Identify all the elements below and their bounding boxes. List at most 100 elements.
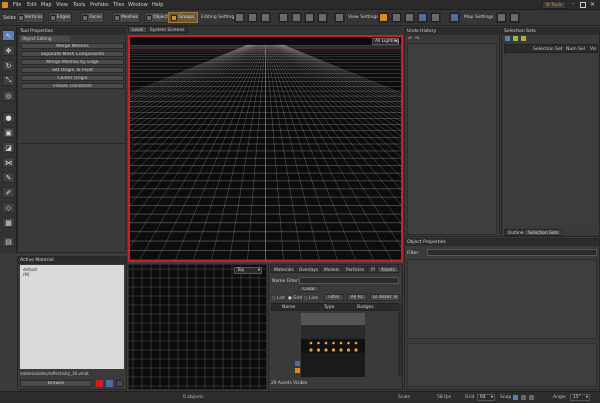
toolbar-tool-11[interactable] xyxy=(404,12,415,23)
move-tool-icon[interactable]: ✥ xyxy=(2,45,15,56)
toolbar-tool-5[interactable] xyxy=(291,12,302,23)
menu-view[interactable]: View xyxy=(56,2,68,8)
redo-icon[interactable]: ↷ xyxy=(415,36,419,42)
selection-sets-list[interactable] xyxy=(504,54,598,226)
toolbar-tool-9[interactable] xyxy=(378,12,389,23)
name-filter-input[interactable] xyxy=(299,277,399,284)
toolbar-tool-15[interactable] xyxy=(496,12,507,23)
grid-size-select[interactable]: 64 ▾ xyxy=(477,394,495,401)
object-properties-filter-input[interactable] xyxy=(427,249,597,256)
set-origin-to-pivot-button[interactable]: Set Origin To Pivot xyxy=(21,67,124,73)
remove-selection-set-icon[interactable] xyxy=(521,36,526,41)
filter-button[interactable]: Filter xyxy=(324,294,344,301)
toolbar-tool-10[interactable] xyxy=(391,12,402,23)
light-tool-icon[interactable]: ● xyxy=(2,112,15,123)
chevron-down-icon: ▾ xyxy=(394,39,397,44)
menu-tools[interactable]: Tools xyxy=(73,2,85,8)
material-pick-icon[interactable] xyxy=(96,380,103,387)
asset-thumbnail[interactable] xyxy=(301,313,365,377)
menu-window[interactable]: Window xyxy=(128,2,148,8)
toolbar-tool-14[interactable] xyxy=(449,12,460,23)
asset-tools-button[interactable]: Lil Asset To xyxy=(370,294,400,301)
snap-toggle-icon[interactable] xyxy=(513,395,518,400)
tools-mode-button[interactable]: ⚙ Tools xyxy=(542,1,566,9)
menu-tiles[interactable]: Tiles xyxy=(113,2,124,8)
maximize-button[interactable] xyxy=(580,2,586,8)
top-viewport[interactable]: Top ▾ xyxy=(128,264,267,390)
merge-meshes-by-edge-button[interactable]: Merge Meshes by Edge xyxy=(21,59,124,65)
path-tool-icon[interactable]: ▤ xyxy=(2,236,15,247)
undo-icon[interactable]: ↶ xyxy=(408,36,412,42)
menu-map[interactable]: Map xyxy=(41,2,52,8)
overlay-tool-icon[interactable]: ▦ xyxy=(2,217,15,228)
groups-mode-button[interactable]: Groups xyxy=(168,12,198,23)
asset-browser-scrollbar[interactable] xyxy=(398,303,402,377)
freeze-transform-button[interactable]: Freeze Transform xyxy=(21,83,124,89)
add-selection-set-icon[interactable] xyxy=(505,36,510,41)
editing-settings-label[interactable]: Editing Settings xyxy=(201,15,237,20)
toolbar-tool-2[interactable] xyxy=(247,12,258,23)
toolbar-tool-16[interactable] xyxy=(509,12,520,23)
tab-selection-sets[interactable]: Selection Sets xyxy=(524,229,563,236)
paint-tool-icon[interactable]: ✎ xyxy=(2,172,15,183)
top-view-dropdown[interactable]: Top ▾ xyxy=(234,267,262,274)
block-tool-icon[interactable]: ▣ xyxy=(2,127,15,138)
map-settings-label[interactable]: Map Settings xyxy=(464,15,493,20)
grid-radio[interactable]: ● Grid xyxy=(288,296,302,301)
tab-models[interactable]: Models xyxy=(320,266,344,273)
pivot-tool-icon[interactable]: ◎ xyxy=(2,90,15,101)
tab-level[interactable]: Level xyxy=(128,26,148,33)
close-button[interactable]: ✕ xyxy=(590,1,598,9)
material-apply-icon[interactable] xyxy=(106,380,113,387)
tab-system-screens[interactable]: System Screens xyxy=(146,26,189,33)
minimize-button[interactable]: – xyxy=(572,2,578,8)
tile-tool-icon[interactable]: ◇ xyxy=(2,202,15,213)
clip-tool-icon[interactable]: ◪ xyxy=(2,142,15,153)
toolbar-tool-4[interactable] xyxy=(278,12,289,23)
tool-properties-tab[interactable]: Object Editing xyxy=(20,36,70,42)
menu-help[interactable]: Help xyxy=(152,2,163,8)
lighting-dropdown[interactable]: All Lighting ▾ xyxy=(372,38,399,45)
material-menu-icon[interactable] xyxy=(116,380,123,387)
center-origin-button[interactable]: Center Origin xyxy=(21,75,124,81)
edit-selection-set-icon[interactable] xyxy=(513,36,518,41)
toolbar-tool-3[interactable] xyxy=(260,12,271,23)
view-settings-label[interactable]: View Settings xyxy=(348,15,379,20)
snap-extra-icon[interactable] xyxy=(529,395,534,400)
toolbar-tool-6[interactable] xyxy=(304,12,315,23)
select-tool-icon[interactable]: ↖ xyxy=(2,30,15,41)
toolbar-tool-7[interactable] xyxy=(317,12,328,23)
toolbar-tool-12[interactable] xyxy=(417,12,428,23)
menu-edit[interactable]: Edit xyxy=(27,2,37,8)
material-preview[interactable]: default (M) xyxy=(20,265,124,369)
merge-meshes-button[interactable]: Merge Meshes xyxy=(21,43,124,49)
snap-option-icon[interactable] xyxy=(521,395,526,400)
tab-materials[interactable]: Materials xyxy=(270,266,298,273)
rotate-tool-icon[interactable]: ↻ xyxy=(2,60,15,71)
tab-overlays[interactable]: Overlays xyxy=(295,266,322,273)
faces-mode-button[interactable]: Faces xyxy=(80,12,104,23)
toolbar-tool-13[interactable] xyxy=(430,12,441,23)
tab-assets[interactable]: Assets xyxy=(377,266,399,273)
list-radio[interactable]: ○ List xyxy=(272,296,285,301)
angle-select[interactable]: 15° ▾ xyxy=(570,394,590,401)
line-radio[interactable]: ○ Line xyxy=(304,296,318,301)
eyedropper-tool-icon[interactable]: ✐ xyxy=(2,187,15,198)
vertices-mode-button[interactable]: Vertices xyxy=(16,12,44,23)
toolbar-tool-8[interactable] xyxy=(334,12,345,23)
browse-material-button[interactable]: Browse xyxy=(20,380,92,387)
clear-filter-button[interactable]: Clear xyxy=(299,286,319,292)
undo-history-list[interactable] xyxy=(407,43,497,235)
main-viewport[interactable]: All Lighting ▾ xyxy=(128,35,403,262)
edges-mode-button[interactable]: Edges xyxy=(48,12,72,23)
meshes-visible-button[interactable]: Meshes xyxy=(112,12,140,23)
menu-prefabs[interactable]: Prefabs xyxy=(90,2,109,8)
tool-properties-panel: Tool Properties Object Editing Merge Mes… xyxy=(17,27,126,253)
menu-file[interactable]: File xyxy=(13,2,21,8)
toolbar-tool-1[interactable] xyxy=(234,12,245,23)
size-button[interactable]: All Rc xyxy=(347,294,367,301)
tab-particles[interactable]: Particles xyxy=(342,266,369,273)
scale-tool-icon[interactable]: ⤡ xyxy=(2,75,15,86)
separate-mesh-components-button[interactable]: Separate Mesh Components xyxy=(21,51,124,57)
mirror-tool-icon[interactable]: ⋈ xyxy=(2,157,15,168)
